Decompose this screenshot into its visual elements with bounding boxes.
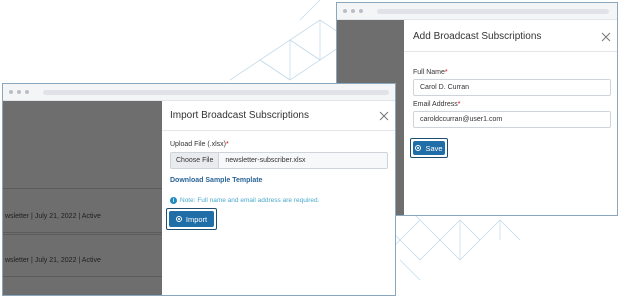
email-label: Email Address* — [413, 101, 460, 108]
import-subscription-window: wsletter | July 21, 2022 | Active wslett… — [2, 83, 396, 296]
note-text: Note: Full name and email address are re… — [180, 197, 320, 204]
required-mark: * — [457, 101, 461, 108]
save-button-frame: Save — [410, 138, 448, 158]
modal-title: Add Broadcast Subscriptions — [413, 31, 542, 42]
import-button[interactable]: Import — [169, 211, 214, 227]
save-icon — [415, 145, 422, 151]
window-dot — [17, 90, 21, 94]
address-bar — [377, 9, 609, 14]
add-subscription-modal: Add Broadcast Subscriptions Full Name* C… — [404, 20, 617, 215]
full-name-label-text: Full Name — [413, 69, 445, 76]
modal-title: Import Broadcast Subscriptions — [170, 110, 309, 121]
row-divider — [3, 234, 163, 235]
row-divider — [3, 188, 163, 189]
window-dot — [359, 9, 363, 13]
email-value: caroldccurran@user1.com — [420, 116, 503, 123]
list-item: wsletter | July 21, 2022 | Active — [5, 257, 101, 264]
window-dot — [9, 90, 13, 94]
window-dot — [25, 90, 29, 94]
save-button[interactable]: Save — [413, 141, 445, 155]
window-dot — [351, 9, 355, 13]
required-fields-note: i Note: Full name and email address are … — [170, 197, 319, 204]
upload-file-label: Upload File (.xlsx)* — [170, 141, 229, 148]
email-field[interactable]: caroldccurran@user1.com — [413, 111, 611, 128]
choose-file-button[interactable]: Choose File — [171, 153, 220, 168]
download-template-link[interactable]: Download Sample Template — [170, 177, 262, 184]
import-button-label: Import — [185, 214, 208, 224]
row-divider — [3, 232, 163, 233]
address-bar — [43, 90, 389, 95]
selected-file-name: newsletter-subscriber.xlsx — [225, 157, 306, 164]
upload-file-label-text: Upload File (.xlsx) — [170, 141, 227, 148]
save-button-label: Save — [425, 143, 443, 153]
window-dot — [343, 9, 347, 13]
required-mark: * — [444, 69, 448, 76]
import-button-frame: Import — [166, 208, 217, 230]
required-mark: * — [226, 141, 229, 148]
full-name-value: Carol D. Curran — [420, 84, 470, 91]
row-divider — [3, 276, 163, 277]
close-icon[interactable] — [379, 111, 389, 121]
browser-titlebar — [3, 84, 395, 101]
email-label-text: Email Address — [413, 101, 458, 108]
page-overlay — [3, 101, 163, 295]
list-item: wsletter | July 21, 2022 | Active — [5, 213, 101, 220]
import-subscription-modal: Import Broadcast Subscriptions Upload Fi… — [162, 101, 395, 295]
file-upload-input[interactable]: Choose File newsletter-subscriber.xlsx — [170, 152, 388, 169]
modal-divider — [162, 130, 395, 131]
close-icon[interactable] — [601, 32, 611, 42]
modal-divider — [404, 51, 617, 52]
full-name-label: Full Name* — [413, 69, 448, 76]
browser-titlebar — [337, 3, 617, 20]
full-name-field[interactable]: Carol D. Curran — [413, 79, 611, 96]
import-icon — [175, 216, 182, 222]
info-icon: i — [170, 197, 177, 204]
